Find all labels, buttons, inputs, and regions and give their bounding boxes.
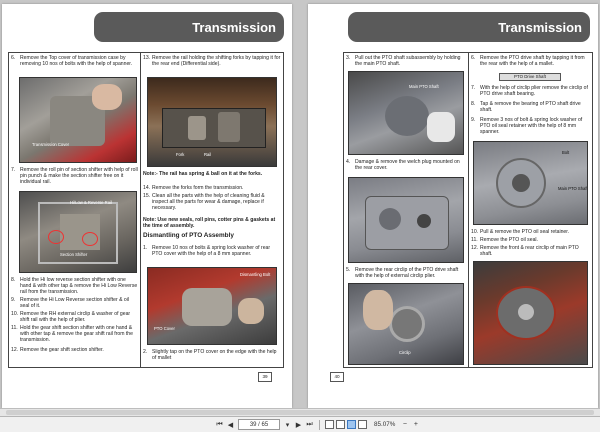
- page-title: Transmission: [94, 12, 284, 42]
- step-14: 14. Remove the forks form the transmissi…: [143, 185, 244, 191]
- step-10: 10. Remove the RH external circlip & was…: [11, 311, 131, 324]
- document-viewport[interactable]: Transmission 6. Remove the Top cover of …: [0, 0, 600, 416]
- right-column: 13. Remove the rail holding the shifting…: [141, 55, 283, 369]
- step-5: 5. Remove the rear circlip of the PTO dr…: [346, 267, 459, 280]
- step-6: 6. Remove the PTO drive shaft by tapping…: [471, 55, 585, 68]
- step-2: 2. Slightly tap on the PTO cover on the …: [143, 349, 277, 362]
- photo-oil-seal-retainer: Bolt Main PTO Shaft: [473, 141, 588, 225]
- pto-drive-shaft-label: PTO Drive Shaft: [499, 73, 561, 81]
- single-page-view-icon[interactable]: [325, 420, 334, 429]
- last-page-icon[interactable]: ⏭: [304, 419, 315, 430]
- photo-main-pto-circlip: [473, 261, 588, 365]
- toolbar-divider: [319, 419, 320, 430]
- photo-main-pto-shaft: Main PTO Shaft: [348, 71, 464, 155]
- page-title: Transmission: [348, 12, 590, 42]
- horizontal-scrollbar[interactable]: [0, 408, 600, 416]
- scrollbar-thumb[interactable]: [6, 410, 594, 415]
- page-number: 39: [258, 372, 272, 382]
- next-page-icon[interactable]: ▶: [293, 419, 304, 430]
- step-8: 8. Hold the Hi low reverse section shift…: [11, 277, 138, 296]
- step-11: 11. Remove the PTO oil seal.: [471, 237, 538, 243]
- content-frame: 3. Pull out the PTO shaft subassembly by…: [343, 52, 593, 368]
- photo-section-shifter: Hi/Low & Reverse Rail Section Shifter: [19, 191, 137, 273]
- photo-welch-plug: [348, 177, 464, 263]
- left-column: 6. Remove the Top cover of transmission …: [9, 55, 140, 369]
- step-4: 4. Damage & remove the welch plug mounte…: [346, 159, 460, 172]
- left-column: 3. Pull out the PTO shaft subassembly by…: [344, 55, 468, 369]
- two-page-view-icon[interactable]: [347, 420, 356, 429]
- page-40: Transmission 3. Pull out the PTO shaft s…: [308, 4, 598, 408]
- step-9: 9. Remove the Hi Low Reverse section shi…: [11, 297, 129, 310]
- step-7: 7. Remove the roll pin of section shifte…: [11, 167, 138, 186]
- note-spring-ball: Note:- The rail has spring & ball on it …: [143, 171, 263, 177]
- highlight-circle: [82, 232, 98, 246]
- chevron-down-icon[interactable]: ▾: [282, 419, 293, 430]
- photo-pto-cover: Dismantling Bolt PTO Cover: [147, 267, 277, 345]
- step-13: 13. Remove the rail holding the shifting…: [143, 55, 281, 68]
- section-heading: Dismantling of PTO Assembly: [143, 232, 234, 239]
- photo-circlip: Circlip: [348, 283, 464, 365]
- content-frame: 6. Remove the Top cover of transmission …: [8, 52, 284, 368]
- page-indicator-input[interactable]: 39 / 65: [238, 419, 280, 430]
- step-1: 1. Remove 10 nos of bolts & spring lock …: [143, 245, 271, 258]
- page-39: Transmission 6. Remove the Top cover of …: [2, 4, 292, 408]
- continuous-view-icon[interactable]: [336, 420, 345, 429]
- step-8: 8. Tap & remove the bearing of PTO shaft…: [471, 101, 581, 114]
- highlight-circle: [48, 230, 64, 244]
- viewer-toolbar: ⏮ ◀ 39 / 65 ▾ ▶ ⏭ 85.07% − +: [0, 416, 600, 432]
- step-12: 12. Remove the gear shift section shifte…: [11, 347, 104, 353]
- step-12: 12. Remove the front & rear circlip of m…: [471, 245, 579, 258]
- note-new-seals: Note: Use new seals, roll pins, cotter p…: [143, 217, 276, 230]
- page-number: 40: [330, 372, 344, 382]
- zoom-out-icon[interactable]: −: [399, 419, 410, 430]
- step-15: 15. Clean all the parts with the help of…: [143, 193, 265, 212]
- zoom-in-icon[interactable]: +: [410, 419, 421, 430]
- step-3: 3. Pull out the PTO shaft subassembly by…: [346, 55, 461, 68]
- photo-shifting-forks: Fork Rail: [147, 77, 277, 167]
- first-page-icon[interactable]: ⏮: [214, 419, 225, 430]
- step-9: 9. Remove 3 nos of bolt & spring lock wa…: [471, 117, 583, 136]
- step-7: 7. With the help of circlip plier remove…: [471, 85, 588, 98]
- zoom-level[interactable]: 85.07%: [374, 421, 395, 428]
- prev-page-icon[interactable]: ◀: [225, 419, 236, 430]
- step-10: 10. Pull & remove the PTO oil seal retai…: [471, 229, 570, 235]
- step-6: 6. Remove the Top cover of transmission …: [11, 55, 133, 68]
- right-column: 6. Remove the PTO drive shaft by tapping…: [469, 55, 592, 369]
- step-11: 11. Hold the gear shift section shifter …: [11, 325, 133, 344]
- two-page-continuous-view-icon[interactable]: [358, 420, 367, 429]
- photo-transmission-cover: Transmission Cover: [19, 77, 137, 163]
